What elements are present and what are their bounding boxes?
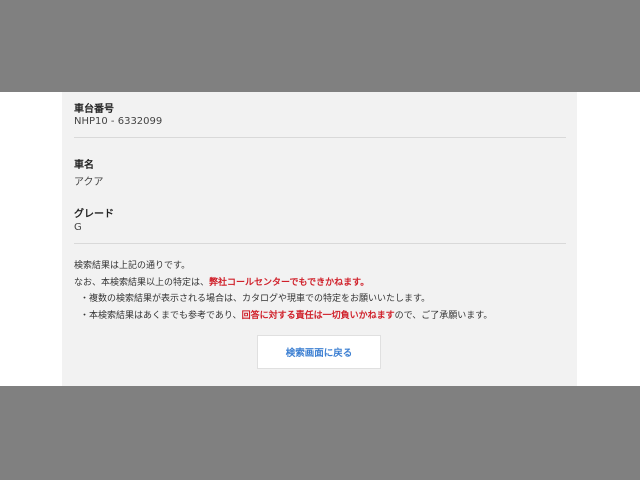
- note-multiple-results: ・複数の検索結果が表示される場合は、カタログや現車での特定をお願いいたします。: [80, 294, 431, 304]
- note-disclaimer-emphasis: 回答に対する責任は一切負いかねます: [241, 311, 395, 321]
- search-result-panel: 車台番号 NHP10 - 6332099 車名 アクア グレード G 検索結果は…: [62, 92, 577, 386]
- grade-value: G: [74, 222, 82, 233]
- note-result-summary: 検索結果は上記の通りです。: [74, 261, 191, 271]
- backdrop-top: [0, 0, 640, 92]
- car-name-value: アクア: [74, 177, 104, 188]
- divider: [74, 243, 566, 244]
- note-identification: なお、本検索結果以上の特定は、弊社コールセンターでもできかねます。: [74, 275, 369, 288]
- car-name-label: 車名: [74, 160, 94, 171]
- chassis-number-value: NHP10 - 6332099: [74, 116, 163, 127]
- note-identification-emphasis: 弊社コールセンターでもできかねます。: [209, 278, 370, 288]
- back-to-search-button[interactable]: 検索画面に戻る: [257, 335, 381, 369]
- divider: [74, 137, 566, 138]
- backdrop-bottom: [0, 386, 640, 480]
- note-disclaimer: ・本検索結果はあくまでも参考であり、回答に対する責任は一切負いかねますので、ご了…: [80, 308, 492, 321]
- note-identification-text: なお、本検索結果以上の特定は、: [74, 278, 210, 288]
- note-disclaimer-text: ・本検索結果はあくまでも参考であり、: [80, 311, 242, 321]
- grade-label: グレード: [74, 209, 114, 220]
- note-disclaimer-suffix: ので、ご了承願います。: [394, 311, 493, 321]
- chassis-number-label: 車台番号: [74, 104, 114, 115]
